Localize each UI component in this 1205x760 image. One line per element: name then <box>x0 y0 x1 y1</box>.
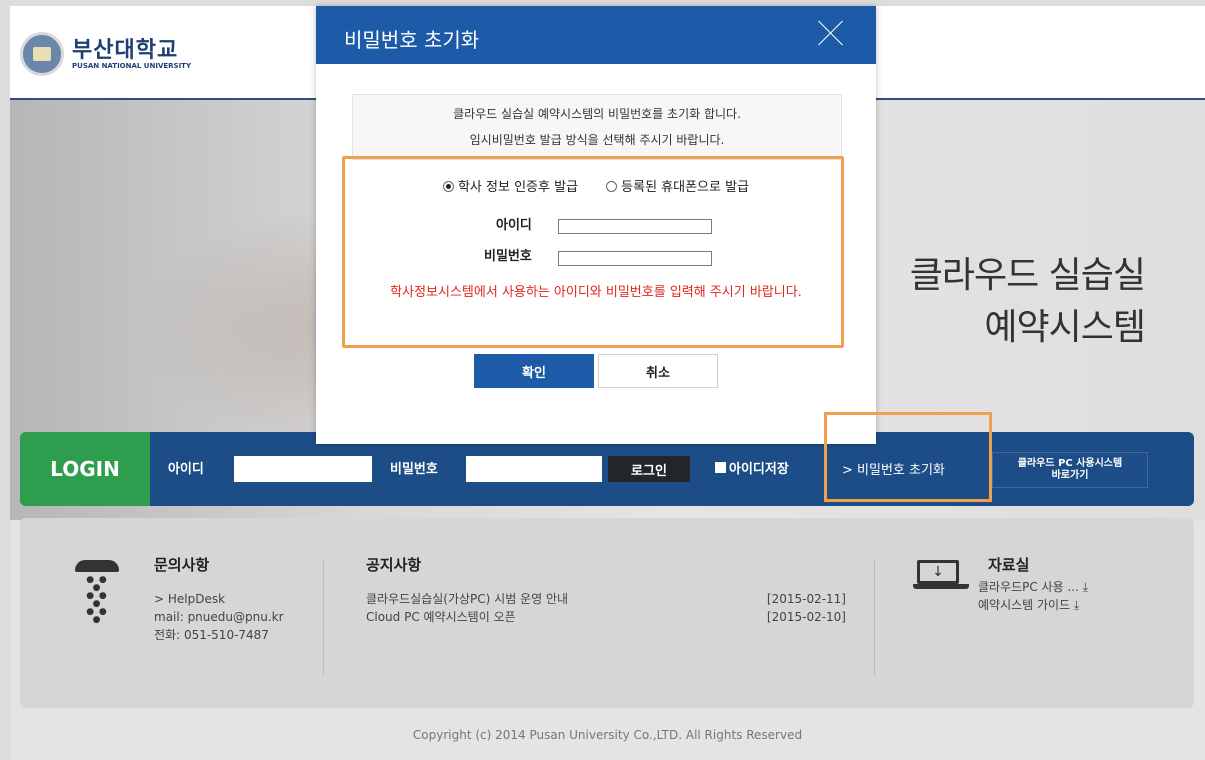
contact-mail: mail: pnuedu@pnu.kr <box>154 610 284 624</box>
resource-item-cloudpc-guide[interactable]: 클라우드PC 사용 ... ⤓ <box>978 578 1088 596</box>
logo-korean-name: 부산대학교 <box>72 36 179 63</box>
university-logo[interactable]: 부산대학교 PUSAN NATIONAL UNIVERSITY <box>20 32 191 76</box>
login-id-input[interactable] <box>234 456 372 482</box>
contact-details: > HelpDesk mail: pnuedu@pnu.kr 전화: 051-5… <box>154 590 284 644</box>
remember-id-label: 아이디저장 <box>729 462 789 477</box>
hero-title: 클라우드 실습실 예약시스템 <box>909 250 1146 354</box>
modal-title: 비밀번호 초기화 <box>344 28 480 52</box>
notice-item-title: Cloud PC 예약시스템이 오픈 <box>366 610 516 624</box>
resource-item-reservation-guide[interactable]: 예약시스템 가이드 ⤓ <box>978 596 1088 614</box>
notice-item-title: 클라우드실습실(가상PC) 시범 운영 안내 <box>366 592 569 606</box>
cloud-pc-system-button[interactable]: 클라우드 PC 사용시스템 바로가기 <box>992 452 1148 488</box>
notice-item-date: [2015-02-10] <box>766 610 846 624</box>
column-divider <box>323 560 324 676</box>
helpdesk-link[interactable]: > HelpDesk <box>154 590 284 608</box>
login-button[interactable]: 로그인 <box>608 456 690 482</box>
login-pw-label: 비밀번호 <box>390 462 438 477</box>
checkbox-square-icon <box>715 462 726 473</box>
hero-title-line2: 예약시스템 <box>984 307 1146 348</box>
telephone-icon: ● ● ● ● ● ● ● ● ● <box>75 560 119 625</box>
notice-line1: 클라우드 실습실 예약시스템의 비밀번호를 초기화 합니다. <box>453 107 741 121</box>
login-id-label: 아이디 <box>168 462 204 477</box>
modal-notice: 클라우드 실습실 예약시스템의 비밀번호를 초기화 합니다. 임시비밀번호 발급… <box>352 94 842 160</box>
confirm-button[interactable]: 확인 <box>474 354 594 388</box>
hero-title-line1: 클라우드 실습실 <box>909 255 1146 296</box>
login-label: LOGIN <box>20 432 150 506</box>
copyright-text: Copyright (c) 2014 Pusan University Co.,… <box>412 728 803 742</box>
highlight-box-reset-link <box>824 412 992 502</box>
notices-title: 공지사항 <box>366 556 422 574</box>
cloud-pc-button-line2: 바로가기 <box>1051 470 1089 481</box>
resources-list: 클라우드PC 사용 ... ⤓ 예약시스템 가이드 ⤓ <box>978 578 1088 614</box>
highlight-box-modal-form <box>342 156 844 348</box>
download-laptop-icon: ↓ <box>913 560 969 596</box>
notice-item[interactable]: Cloud PC 예약시스템이 오픈 [2015-02-10] <box>366 608 846 626</box>
notice-item-date: [2015-02-11] <box>766 592 846 606</box>
resources-title: 자료실 <box>988 556 1030 574</box>
notice-line2: 임시비밀번호 발급 방식을 선택해 주시기 바랍니다. <box>469 133 725 147</box>
cloud-pc-button-line1: 클라우드 PC 사용시스템 <box>1017 458 1123 469</box>
university-seal-icon <box>20 32 64 76</box>
remember-id-checkbox[interactable]: 아이디저장 <box>715 458 789 477</box>
modal-header: 비밀번호 초기화 <box>316 6 876 64</box>
login-pw-input[interactable] <box>466 456 602 482</box>
cancel-button[interactable]: 취소 <box>598 354 718 388</box>
column-divider <box>874 560 875 676</box>
contact-phone: 전화: 051-510-7487 <box>154 628 269 642</box>
contact-title: 문의사항 <box>154 556 210 574</box>
info-panel: ● ● ● ● ● ● ● ● ● 문의사항 > HelpDesk mail: pn… <box>20 518 1194 708</box>
logo-english-name: PUSAN NATIONAL UNIVERSITY <box>72 61 192 70</box>
close-icon[interactable] <box>816 18 846 48</box>
notice-list: 클라우드실습실(가상PC) 시범 운영 안내 [2015-02-11] Clou… <box>366 590 846 626</box>
notice-item[interactable]: 클라우드실습실(가상PC) 시범 운영 안내 [2015-02-11] <box>366 590 846 608</box>
